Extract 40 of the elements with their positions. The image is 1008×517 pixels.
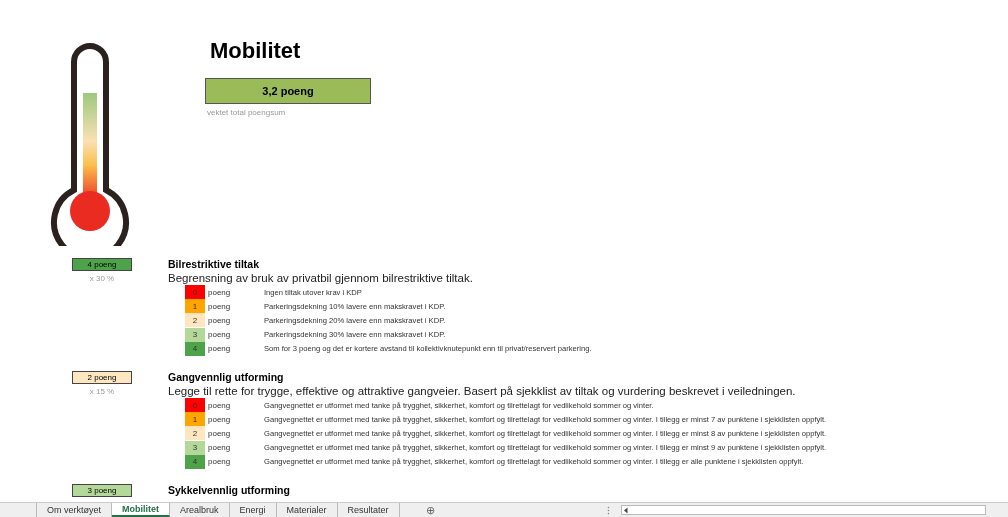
section-description: Legge til rette for trygge, effektive og attraktive gangveier. Basert på sjekklist av tiltak og vurdering beskrevet i veiledningen. [168,384,797,398]
horizontal-scrollbar[interactable] [621,505,986,515]
section-title: Sykkelvennlig utforming [168,483,291,497]
splitter-handle-icon[interactable] [606,506,611,515]
score-level: 2 [185,426,205,441]
unit-label: poeng [208,315,232,325]
section-description: Begrensning av bruk av privatbil gjennom bilrestriktive tiltak. [168,271,474,285]
sheet-tab[interactable]: Arealbruk [170,503,230,517]
unit-label: poeng [208,330,232,340]
unit-label: poeng [208,301,232,311]
section-title: Bilrestriktive tiltak [168,257,261,271]
score-level: 0 [185,398,205,413]
score-level: 2 [185,313,205,328]
total-score: 3,2 poeng [205,78,371,104]
sheet-tab[interactable]: Mobilitet [112,503,170,517]
unit-label: poeng [208,344,232,354]
section-title: Gangvennlig utforming [168,370,285,384]
score-level: 1 [185,412,205,427]
unit-label: poeng [208,457,232,467]
score-level: 3 [185,440,205,455]
unit-label: poeng [208,400,232,410]
score-level: 0 [185,285,205,300]
unit-label: poeng [208,414,232,424]
sheet-tab[interactable]: Materialer [276,503,338,517]
weight-label: x 15 % [88,387,116,396]
page-title: Mobilitet [210,38,302,65]
add-sheet-button[interactable]: ⊕ [421,503,439,517]
unit-label: poeng [208,287,232,297]
score-label: 4 poeng [72,258,132,271]
unit-label: poeng [208,443,232,453]
sheet-tab[interactable]: Energi [229,503,277,517]
score-level: 1 [185,299,205,314]
score-label: 3 poeng [72,484,132,497]
weight-label: x 30 % [88,274,116,283]
score-level: 3 [185,327,205,342]
unit-label: poeng [208,428,232,438]
scroll-left-icon[interactable] [622,505,630,515]
score-label: 2 poeng [72,371,132,384]
total-caption: vektet total poengsum [207,108,287,117]
sheet-tab[interactable]: Resultater [337,503,400,517]
